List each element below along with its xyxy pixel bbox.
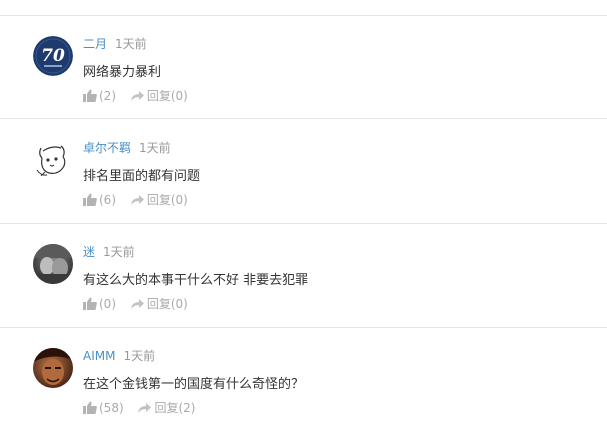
thumbs-up-icon — [83, 297, 97, 310]
comment-text: 有这么大的本事干什么不好 非要去犯罪 — [83, 273, 309, 288]
thumbs-up-icon — [83, 193, 97, 206]
reply-label: 回复(0) — [146, 192, 188, 207]
badge-70-avatar-icon: 70 — [33, 36, 73, 76]
divider — [0, 223, 607, 224]
reply-button[interactable]: 回复(2) — [137, 400, 195, 416]
avatar-label: 70 — [41, 46, 65, 66]
username-link[interactable]: 迷 — [83, 245, 95, 259]
cartoon-dog-avatar-icon — [33, 140, 73, 180]
reply-button[interactable]: 回复(0) — [130, 88, 188, 104]
timestamp: 1天前 — [139, 141, 171, 155]
comment-actions: (0) 回复(0) — [83, 295, 188, 312]
timestamp: 1天前 — [103, 245, 135, 259]
like-count: (0) — [99, 296, 116, 311]
reply-arrow-icon — [130, 194, 144, 205]
comment-actions: (58) 回复(2) — [83, 399, 195, 416]
divider — [0, 327, 607, 328]
warrior-avatar-icon — [33, 348, 73, 388]
divider — [0, 118, 607, 119]
username-link[interactable]: 卓尔不羁 — [83, 141, 131, 155]
comment-actions: (2) 回复(0) — [83, 87, 188, 104]
avatar[interactable] — [33, 348, 73, 388]
reply-arrow-icon — [130, 298, 144, 309]
like-count: (58) — [99, 400, 124, 415]
comment-text: 网络暴力暴利 — [83, 65, 162, 80]
comment-meta: 卓尔不羁 1天前 — [83, 140, 171, 156]
comment-list: 70 二月 1天前 网络暴力暴利 (2) 回复(0) 卓尔不羁 1天前 排名里面… — [0, 0, 607, 426]
comment-meta: AIMM 1天前 — [83, 348, 155, 364]
like-count: (2) — [99, 88, 116, 103]
divider — [0, 15, 607, 16]
reply-arrow-icon — [138, 402, 152, 413]
comment-meta: 二月 1天前 — [83, 36, 147, 52]
like-button[interactable]: (0) — [83, 296, 116, 312]
reply-label: 回复(0) — [146, 88, 188, 103]
reply-arrow-icon — [130, 90, 144, 101]
like-button[interactable]: (58) — [83, 400, 124, 416]
timestamp: 1天前 — [123, 349, 156, 363]
like-count: (6) — [99, 192, 116, 207]
avatar[interactable] — [33, 244, 73, 284]
reply-button[interactable]: 回复(0) — [130, 296, 188, 312]
username-link[interactable]: 二月 — [83, 37, 107, 51]
timestamp: 1天前 — [115, 37, 147, 51]
photo-avatar-icon — [33, 244, 73, 284]
like-button[interactable]: (6) — [83, 192, 116, 208]
reply-label: 回复(2) — [154, 400, 196, 415]
comment-actions: (6) 回复(0) — [83, 191, 188, 208]
comment-meta: 迷 1天前 — [83, 244, 135, 260]
like-button[interactable]: (2) — [83, 88, 116, 104]
username-link[interactable]: AIMM — [83, 349, 115, 363]
comment-text: 排名里面的都有问题 — [83, 169, 201, 184]
reply-label: 回复(0) — [146, 296, 188, 311]
thumbs-up-icon — [83, 401, 97, 414]
thumbs-up-icon — [83, 89, 97, 102]
avatar[interactable]: 70 — [33, 36, 73, 76]
reply-button[interactable]: 回复(0) — [130, 192, 188, 208]
avatar[interactable] — [33, 140, 73, 180]
comment-text: 在这个金钱第一的国度有什么奇怪的？ — [83, 377, 305, 392]
